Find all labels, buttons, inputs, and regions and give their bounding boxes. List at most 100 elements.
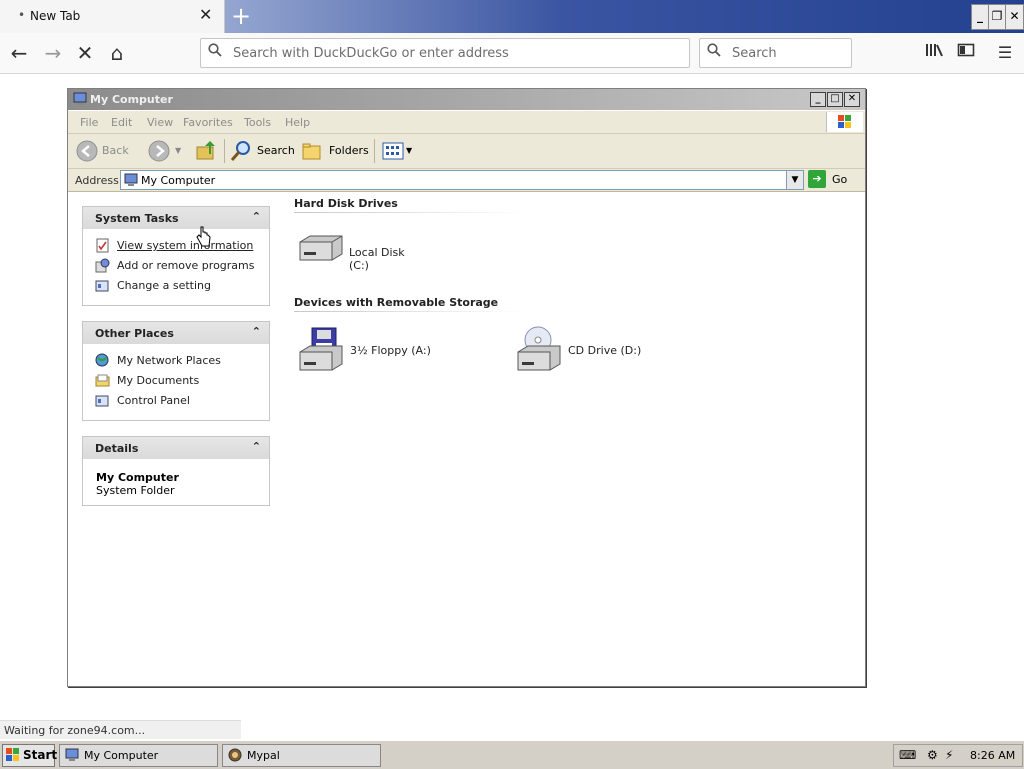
taskbar: Start My Computer Mypal ⌨ ⚙ ⚡ 8:26 AM [0,740,1024,769]
window-minimize-button[interactable]: _ [810,92,826,107]
window-title-bar[interactable]: My Computer _ □ ✕ [68,89,865,110]
browser-restore-button[interactable]: ❐ [988,4,1006,30]
window-maximize-button[interactable]: □ [827,92,843,107]
forward-circle-icon [148,140,170,162]
clock: 8:26 AM [970,749,1016,762]
drive-cd-d[interactable]: CD Drive (D:) [514,326,664,376]
drive-label: CD Drive (D:) [568,344,642,357]
tab-title: New Tab [30,9,81,23]
details-type: System Folder [96,484,175,497]
section-divider [294,212,524,213]
back-arrow-icon[interactable]: ← [5,39,33,67]
standard-toolbar: Back ▼ Search Folders ▼ [68,134,865,169]
taskbar-button-mypal[interactable]: Mypal [222,744,381,767]
new-tab-button[interactable]: + [230,2,252,30]
drive-floppy-a[interactable]: 3½ Floppy (A:) [296,326,446,376]
menu-tools[interactable]: Tools [244,116,271,129]
collapse-chevron-icon[interactable]: ⌃ [252,440,261,453]
search-label: Search [257,144,295,157]
removable-storage-heading: Devices with Removable Storage [294,296,499,309]
task-change-setting[interactable]: Change a setting [83,275,269,295]
search-button[interactable]: Search [228,138,295,164]
back-button[interactable]: Back [74,138,136,164]
up-folder-button[interactable] [194,138,218,164]
taskbar-button-my-computer[interactable]: My Computer [59,744,218,767]
address-label: Address [75,174,119,187]
place-my-network-places[interactable]: My Network Places [83,350,269,370]
control-panel-icon [95,395,109,407]
folders-label: Folders [329,144,369,157]
details-header[interactable]: Details ⌃ [83,437,269,459]
start-label: Start [23,748,58,762]
folders-button[interactable]: Folders [302,138,369,164]
network-icon[interactable]: ⚡ [945,748,953,762]
task-view-system-information[interactable]: View system information [83,235,269,255]
browser-close-button[interactable]: ✕ [1005,4,1024,30]
go-button[interactable]: ➔ Go [808,170,858,188]
place-label: Control Panel [117,394,190,407]
drive-local-disk-c[interactable]: Local Disk (C:) [296,232,426,272]
menu-file[interactable]: File [80,116,98,129]
add-remove-icon [95,258,110,273]
my-documents-icon [95,374,110,387]
details-name: My Computer [96,471,179,484]
network-places-icon [95,353,109,367]
system-tasks-header[interactable]: System Tasks ⌃ [83,207,269,229]
views-button[interactable]: ▼ [381,138,413,164]
system-tray: ⌨ ⚙ ⚡ 8:26 AM [893,744,1023,767]
tab-new-tab[interactable]: • New Tab ✕ [0,0,225,33]
menu-help[interactable]: Help [285,116,310,129]
task-add-remove-programs[interactable]: Add or remove programs [83,255,269,275]
address-field[interactable]: My Computer ▼ [120,170,804,190]
menu-edit[interactable]: Edit [111,116,132,129]
other-places-header[interactable]: Other Places ⌃ [83,322,269,344]
keyboard-icon[interactable]: ⌨ [899,748,916,762]
windows-logo-icon [826,112,863,132]
start-button[interactable]: Start [2,744,58,767]
up-folder-icon [196,141,215,160]
search-bar[interactable]: Search [699,38,852,68]
task-label: Add or remove programs [117,259,255,272]
forward-dropdown-icon[interactable]: ▼ [175,138,181,164]
window-close-button[interactable]: ✕ [844,92,860,107]
hamburger-menu-icon[interactable]: ☰ [992,39,1018,67]
menu-view[interactable]: View [147,116,173,129]
place-label: My Network Places [117,354,221,367]
drive-label: 3½ Floppy (A:) [350,344,431,357]
home-icon[interactable]: ⌂ [103,39,131,67]
status-text: Waiting for zone94.com... [4,724,146,737]
other-places-title: Other Places [95,327,174,340]
library-icon[interactable] [921,39,947,67]
url-bar-placeholder: Search with DuckDuckGo or enter address [233,46,509,61]
toolbar-divider [374,139,375,163]
search-icon [707,43,721,61]
windows-flag-icon [6,748,19,761]
hand-cursor-icon [196,226,211,247]
taskbar-button-label: My Computer [84,749,159,762]
browser-nav-bar: ← → ✕ ⌂ Search with DuckDuckGo or enter … [0,33,1024,74]
browser-tab-bar: • New Tab ✕ + _ ❐ ✕ [0,0,1024,33]
place-control-panel[interactable]: Control Panel [83,390,269,410]
mypal-icon [228,748,242,762]
taskbar-button-label: Mypal [247,749,280,762]
go-arrow-icon: ➔ [808,170,826,188]
address-dropdown-icon[interactable]: ▼ [786,171,803,189]
section-divider [294,311,524,312]
hard-disk-drives-heading: Hard Disk Drives [294,197,398,210]
tab-close-icon[interactable]: ✕ [199,5,212,24]
go-label: Go [832,173,848,186]
forward-arrow-icon[interactable]: → [39,39,67,67]
url-bar[interactable]: Search with DuckDuckGo or enter address [200,38,690,68]
browser-minimize-button[interactable]: _ [971,4,989,30]
forward-button[interactable]: ▼ [148,138,184,164]
system-tasks-title: System Tasks [95,212,179,225]
place-my-documents[interactable]: My Documents [83,370,269,390]
security-icon[interactable]: ⚙ [927,748,938,762]
folder-content: System Tasks ⌃ View system information A… [68,192,865,686]
menu-favorites[interactable]: Favorites [183,116,233,129]
sidebar-icon[interactable] [953,39,979,67]
stop-icon[interactable]: ✕ [71,39,99,67]
address-bar: Address My Computer ▼ ➔ Go [68,169,865,192]
collapse-chevron-icon[interactable]: ⌃ [252,210,261,223]
collapse-chevron-icon[interactable]: ⌃ [252,325,261,338]
